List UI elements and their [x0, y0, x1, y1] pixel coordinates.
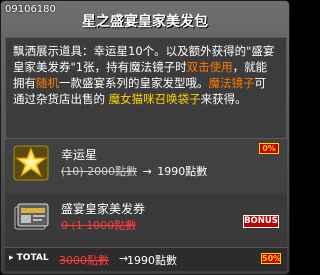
description-highlight: 随机 [36, 76, 59, 90]
star-icon [13, 145, 49, 181]
item-name: 幸运星 [61, 148, 98, 162]
item-row-lucky-star: 幸运星 (10) 2000點數 → 1990點數 0% [5, 139, 287, 195]
description-line-3: 拥有随机一款盛宴系列的皇家发型哦。魔法镜子可 [13, 75, 280, 91]
description-highlight: 双击使用 [186, 60, 233, 74]
description-text: 飘洒展示道具：幸运星10个。以及额外获得的"盛宴 [13, 44, 275, 58]
description-line-1: 飘洒展示道具：幸运星10个。以及额外获得的"盛宴 [13, 43, 280, 59]
description-text: 一款盛宴系列的皇家发型哦。 [59, 76, 209, 90]
item-name: 盛宴皇家美发券 [61, 202, 146, 216]
description-text: 拥有 [13, 76, 36, 90]
cash-item-tooltip: 09106180 星之盛宴皇家美发包 飘洒展示道具：幸运星10个。以及额外获得的… [0, 0, 290, 275]
item-price: 0 (1 1000點數 [61, 217, 136, 233]
description-text: 来获得。 [200, 92, 247, 106]
description-box: 飘洒展示道具：幸运星10个。以及额外获得的"盛宴 皇家美发券"1张，持有魔法镜子… [5, 37, 287, 139]
original-price: (10) 2000點數 [61, 165, 138, 178]
total-label-text: TOTAL [16, 253, 49, 263]
coupon-card-icon [13, 199, 49, 235]
description-highlight: 魔法镜子 [208, 76, 255, 90]
total-original-price: 3000點數 [59, 254, 109, 267]
total-sale-price: 1990點數 [127, 254, 177, 267]
bonus-badge: BONUS [243, 215, 279, 228]
description-text: 皇家美发券"1张，持有魔法镜子时 [13, 60, 187, 74]
description-line-4: 通过杂货店出售的 魔女猫咪召唤袋子来获得。 [13, 91, 280, 107]
description-text: 通过杂货店出售的 [13, 92, 109, 106]
description-line-2: 皇家美发券"1张，持有魔法镜子时双击使用，就能 [13, 59, 280, 75]
total-label: ▸ TOTAL [9, 253, 49, 263]
description-text: 可 [254, 76, 267, 90]
total-discount-badge: 50% [261, 253, 282, 264]
description-highlight: 魔女猫咪召唤袋子 [108, 92, 201, 106]
description-text: ，就能 [232, 60, 268, 74]
item-price: (10) 2000點數 → 1990點數 [61, 163, 207, 179]
tooltip-title: 星之盛宴皇家美发包 [82, 14, 208, 30]
arrow: → [142, 165, 152, 178]
original-price: 0 (1 1000點數 [61, 219, 137, 232]
item-row-royal-hair-coupon: 盛宴皇家美发券 0 (1 1000點數 BONUS [5, 193, 287, 249]
discount-badge: 0% [259, 143, 279, 154]
total-row: ▸ TOTAL 3000點數 → 1990點數 50% [5, 247, 287, 271]
sale-price: 1990點數 [157, 165, 208, 178]
